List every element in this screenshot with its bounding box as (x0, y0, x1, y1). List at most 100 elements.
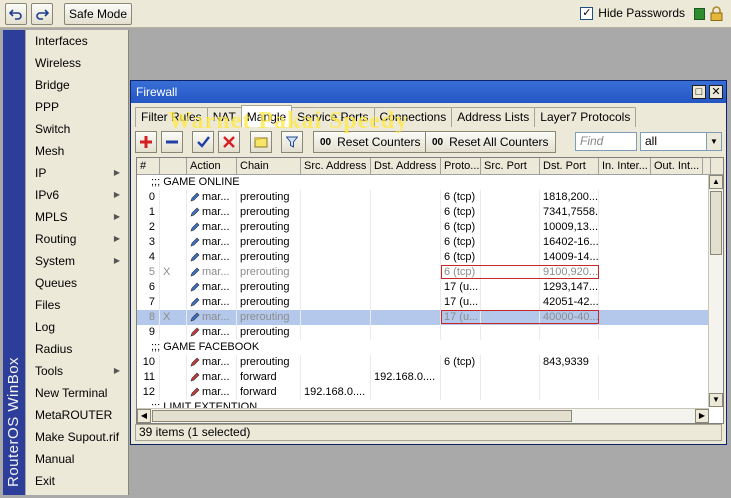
cell-flag: X (160, 310, 187, 325)
filter-button[interactable] (281, 131, 303, 153)
table-row[interactable]: 2 mar... prerouting 6 (tcp) 10009,13... (137, 220, 723, 235)
column-header[interactable]: Action (187, 158, 237, 174)
menu-item-system[interactable]: System ▶ (26, 250, 128, 272)
comment-row[interactable]: ;;; GAME FACEBOOK (137, 340, 723, 355)
pencil-icon (190, 312, 200, 322)
find-input[interactable]: Find (575, 132, 637, 151)
menu-item-make-supout-rif[interactable]: Make Supout.rif (26, 426, 128, 448)
close-button[interactable]: ✕ (709, 85, 723, 99)
column-header[interactable] (703, 158, 711, 174)
remove-button[interactable] (161, 131, 183, 153)
maximize-button[interactable]: □ (692, 85, 706, 99)
menu-item-mesh[interactable]: Mesh (26, 140, 128, 162)
menu-item-ipv6[interactable]: IPv6 ▶ (26, 184, 128, 206)
menu-item-exit[interactable]: Exit (26, 470, 128, 492)
table-row[interactable]: 0 mar... prerouting 6 (tcp) 1818,200... (137, 190, 723, 205)
undo-button[interactable] (5, 3, 27, 25)
menu-item-log[interactable]: Log (26, 316, 128, 338)
reset-counters-button[interactable]: 00 Reset Counters (313, 131, 428, 153)
cell-src (301, 370, 371, 385)
table-row[interactable]: 6 mar... prerouting 17 (u... 1293,147... (137, 280, 723, 295)
vertical-scrollbar[interactable]: ▲ ▼ (708, 175, 723, 407)
reset-all-counters-button[interactable]: 00 Reset All Counters (425, 131, 556, 153)
column-header[interactable]: In. Inter... (599, 158, 651, 174)
menu-item-manual[interactable]: Manual (26, 448, 128, 470)
cell-num: 1 (137, 205, 160, 220)
cell-sport (481, 235, 540, 250)
menu-item-ip[interactable]: IP ▶ (26, 162, 128, 184)
menu-item-switch[interactable]: Switch (26, 118, 128, 140)
menu-item-files[interactable]: Files (26, 294, 128, 316)
hide-passwords-checkbox[interactable]: ✓ (580, 6, 594, 20)
column-header[interactable]: Dst. Port (540, 158, 599, 174)
cell-num: 3 (137, 235, 160, 250)
column-header[interactable]: Dst. Address (371, 158, 441, 174)
menu-item-label: PPP (35, 100, 60, 114)
safe-mode-button[interactable]: Safe Mode (64, 3, 132, 25)
menu-item-metarouter[interactable]: MetaROUTER (26, 404, 128, 426)
menu-item-radius[interactable]: Radius (26, 338, 128, 360)
comment-row[interactable]: ;;; GAME ONLINE (137, 175, 723, 190)
table-row[interactable]: 10 mar... prerouting 6 (tcp) 843,9339 (137, 355, 723, 370)
cell-chain: forward (237, 385, 301, 400)
menu-item-ppp[interactable]: PPP (26, 96, 128, 118)
table-row[interactable]: 5 Xmar... prerouting 6 (tcp) 9100,920... (137, 265, 723, 280)
status-bar: 39 items (1 selected) (135, 424, 722, 441)
table-row[interactable]: 11 mar... forward 192.168.0.... (137, 370, 723, 385)
scroll-up-arrow-icon[interactable]: ▲ (709, 175, 723, 189)
column-header[interactable]: Out. Int... (651, 158, 703, 174)
cell-dport: 1818,200... (540, 190, 599, 205)
table-row[interactable]: 7 mar... prerouting 17 (u... 42051-42... (137, 295, 723, 310)
tab-address-lists[interactable]: Address Lists (451, 107, 536, 127)
tab-mangle[interactable]: Mangle (240, 105, 293, 127)
column-header[interactable]: Src. Address (301, 158, 371, 174)
filter-select[interactable]: all ▼ (640, 132, 722, 151)
column-header[interactable] (160, 158, 187, 174)
cell-action: mar... (187, 370, 237, 385)
pencil-icon (190, 327, 200, 337)
menu-item-wireless[interactable]: Wireless (26, 52, 128, 74)
menu-item-mpls[interactable]: MPLS ▶ (26, 206, 128, 228)
chevron-down-icon[interactable]: ▼ (706, 133, 721, 150)
table-row[interactable]: 8 Xmar... prerouting 17 (u... 40000-40... (137, 310, 723, 325)
cell-proto (441, 325, 481, 340)
table-row[interactable]: 1 mar... prerouting 6 (tcp) 7341,7558... (137, 205, 723, 220)
scroll-left-arrow-icon[interactable]: ◀ (137, 409, 151, 423)
scroll-right-arrow-icon[interactable]: ▶ (695, 409, 709, 423)
column-header[interactable]: # (137, 158, 160, 174)
tab-connections[interactable]: Connections (373, 107, 453, 127)
pencil-icon (190, 192, 200, 202)
enable-button[interactable] (192, 131, 214, 153)
table-row[interactable]: 12 mar... forward 192.168.0.... (137, 385, 723, 400)
menu-item-tools[interactable]: Tools ▶ (26, 360, 128, 382)
column-header[interactable]: Chain (237, 158, 301, 174)
comment-button[interactable] (250, 131, 272, 153)
hide-passwords-toggle[interactable]: ✓ Hide Passwords (580, 6, 685, 20)
table-row[interactable]: 3 mar... prerouting 6 (tcp) 16402-16... (137, 235, 723, 250)
cell-chain: prerouting (237, 295, 301, 310)
column-header[interactable]: Proto... (441, 158, 481, 174)
window-titlebar[interactable]: Firewall □ ✕ (131, 81, 726, 103)
column-header[interactable]: Src. Port (481, 158, 540, 174)
menu-item-interfaces[interactable]: Interfaces (26, 30, 128, 52)
cell-num: 12 (137, 385, 160, 400)
add-button[interactable] (135, 131, 157, 153)
scroll-down-arrow-icon[interactable]: ▼ (709, 393, 723, 407)
tab-filter-rules[interactable]: Filter Rules (135, 107, 208, 127)
table-row[interactable]: 9 mar... prerouting (137, 325, 723, 340)
horizontal-scrollbar[interactable]: ◀ ▶ (137, 408, 709, 423)
scroll-thumb[interactable] (152, 410, 572, 422)
tab-service-ports[interactable]: Service Ports (291, 107, 375, 127)
menu-item-new-terminal[interactable]: New Terminal (26, 382, 128, 404)
menu-item-queues[interactable]: Queues (26, 272, 128, 294)
disable-button[interactable] (218, 131, 240, 153)
tab-layer7-protocols[interactable]: Layer7 Protocols (534, 107, 637, 127)
table-row[interactable]: 4 mar... prerouting 6 (tcp) 14009-14... (137, 250, 723, 265)
redo-button[interactable] (31, 3, 53, 25)
menu-item-routing[interactable]: Routing ▶ (26, 228, 128, 250)
tab-nat[interactable]: NAT (206, 107, 242, 127)
menu-item-bridge[interactable]: Bridge (26, 74, 128, 96)
cell-dport: 10009,13... (540, 220, 599, 235)
cell-action: mar... (187, 235, 237, 250)
scroll-thumb[interactable] (710, 191, 722, 255)
